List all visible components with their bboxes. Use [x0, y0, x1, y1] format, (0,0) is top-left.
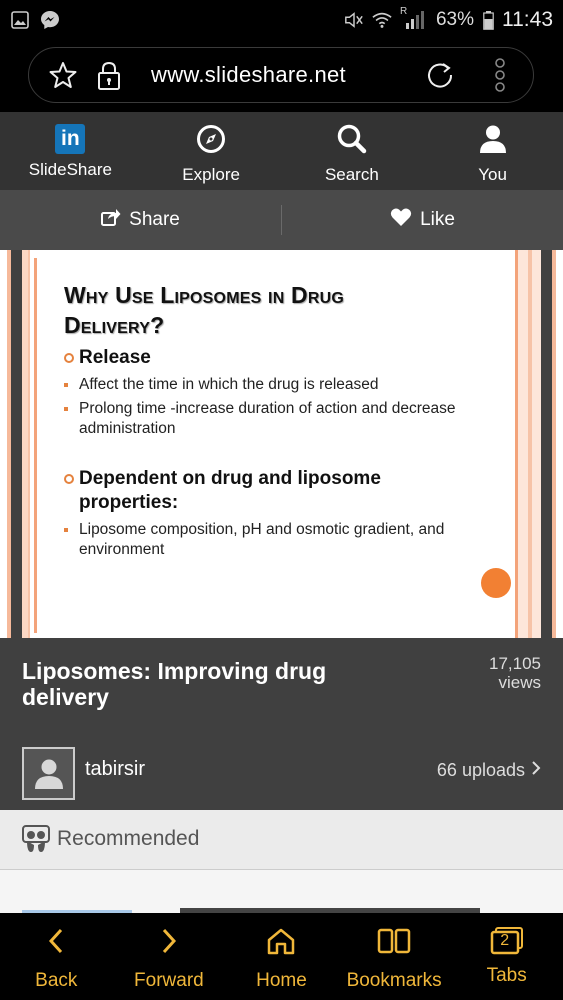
- status-bar: R 63% 11:43: [0, 0, 563, 40]
- tabs-icon: 2: [490, 927, 524, 955]
- clock: 11:43: [502, 8, 553, 31]
- back-label: Back: [35, 970, 78, 991]
- author-name[interactable]: tabirsir: [85, 758, 145, 781]
- nav-slideshare[interactable]: in SlideShare: [0, 112, 141, 190]
- gallery-icon: [10, 10, 30, 30]
- recommended-header: Recommended: [0, 810, 563, 870]
- browser-toolbar: www.slideshare.net: [0, 40, 563, 112]
- presentation-info: Liposomes: Improving drug delivery 17,10…: [0, 640, 563, 740]
- url-text[interactable]: www.slideshare.net: [151, 62, 346, 88]
- browser-bottom-nav: Back Forward Home Bookmarks 2 Tabs: [0, 913, 563, 1000]
- like-label: Like: [420, 209, 455, 230]
- recommended-item[interactable]: [0, 870, 563, 914]
- slide-image[interactable]: Why Use Liposomes in Drug Delivery? Rele…: [22, 250, 541, 638]
- linkedin-icon: in: [55, 124, 86, 154]
- recommended-label: Recommended: [57, 827, 200, 850]
- compass-icon: [196, 124, 226, 159]
- heart-icon: [390, 207, 412, 233]
- nav-slideshare-label: SlideShare: [28, 160, 112, 179]
- chevron-left-icon: [47, 927, 65, 960]
- author-row[interactable]: tabirsir 66 uploads: [0, 740, 563, 810]
- battery-icon: [482, 10, 494, 30]
- bookmarks-button[interactable]: Bookmarks: [338, 913, 451, 1000]
- tabs-label: Tabs: [486, 965, 527, 986]
- bookmarks-label: Bookmarks: [346, 970, 442, 991]
- mute-icon: [344, 10, 364, 30]
- slide-carousel[interactable]: Why Use Liposomes in Drug Delivery? Rele…: [0, 250, 563, 640]
- view-count: 17,105 views: [489, 654, 541, 692]
- wifi-icon: [372, 10, 392, 30]
- bookmarks-icon: [377, 927, 411, 960]
- nav-explore[interactable]: Explore: [141, 112, 282, 190]
- lock-icon[interactable]: [96, 61, 122, 96]
- ring-bullet-icon: [64, 474, 74, 484]
- nav-search-label: Search: [324, 165, 379, 184]
- slide-decoration: [515, 250, 541, 638]
- battery-percent: 63%: [435, 9, 474, 30]
- menu-dots-icon[interactable]: [493, 57, 507, 98]
- home-button[interactable]: Home: [225, 913, 338, 1000]
- slide-bullet: Affect the time in which the drug is rel…: [64, 375, 464, 395]
- slide-bullet: Prolong time -increase duration of actio…: [64, 399, 464, 439]
- share-label: Share: [129, 209, 180, 230]
- signal-icon: R: [400, 6, 428, 30]
- nav-search[interactable]: Search: [282, 112, 423, 190]
- uploads-link[interactable]: 66 uploads: [437, 760, 541, 781]
- search-icon: [336, 124, 368, 159]
- tabs-button[interactable]: 2 Tabs: [450, 913, 563, 1000]
- presentation-title: Liposomes: Improving drug delivery: [22, 658, 327, 710]
- chevron-right-icon: [160, 927, 178, 960]
- forward-label: Forward: [134, 970, 204, 991]
- slide-bullet: Liposome composition, pH and osmotic gra…: [64, 520, 464, 560]
- star-icon[interactable]: [49, 61, 77, 94]
- app-nav: in SlideShare Explore Search You: [0, 112, 563, 190]
- slide-title: Why Use Liposomes in Drug Delivery?: [64, 282, 345, 338]
- reload-icon[interactable]: [425, 60, 455, 95]
- slide-heading-release: Release: [64, 346, 484, 370]
- slide-heading-dependent: Dependent on drug and liposome propertie…: [64, 467, 484, 515]
- slide-decoration-circle: [481, 568, 511, 598]
- home-icon: [266, 927, 296, 960]
- avatar[interactable]: [22, 747, 75, 800]
- nav-explore-label: Explore: [182, 165, 240, 184]
- share-icon: [101, 208, 121, 232]
- forward-button[interactable]: Forward: [113, 913, 226, 1000]
- back-button[interactable]: Back: [0, 913, 113, 1000]
- nav-you[interactable]: You: [422, 112, 563, 190]
- share-button[interactable]: Share: [0, 208, 281, 232]
- tabs-count: 2: [500, 932, 510, 949]
- action-bar: Share Like: [0, 190, 563, 250]
- address-bar[interactable]: www.slideshare.net: [28, 47, 534, 103]
- home-label: Home: [256, 970, 307, 991]
- roaming-label: R: [399, 6, 408, 17]
- nav-you-label: You: [478, 165, 507, 184]
- slideshare-recommended-icon: [22, 825, 50, 860]
- chevron-right-icon: [531, 760, 541, 781]
- next-slide-peek[interactable]: [552, 250, 563, 638]
- like-button[interactable]: Like: [282, 207, 563, 233]
- ring-bullet-icon: [64, 353, 74, 363]
- messenger-icon: [40, 10, 60, 30]
- user-icon: [478, 124, 508, 159]
- previous-slide-peek[interactable]: [0, 250, 11, 638]
